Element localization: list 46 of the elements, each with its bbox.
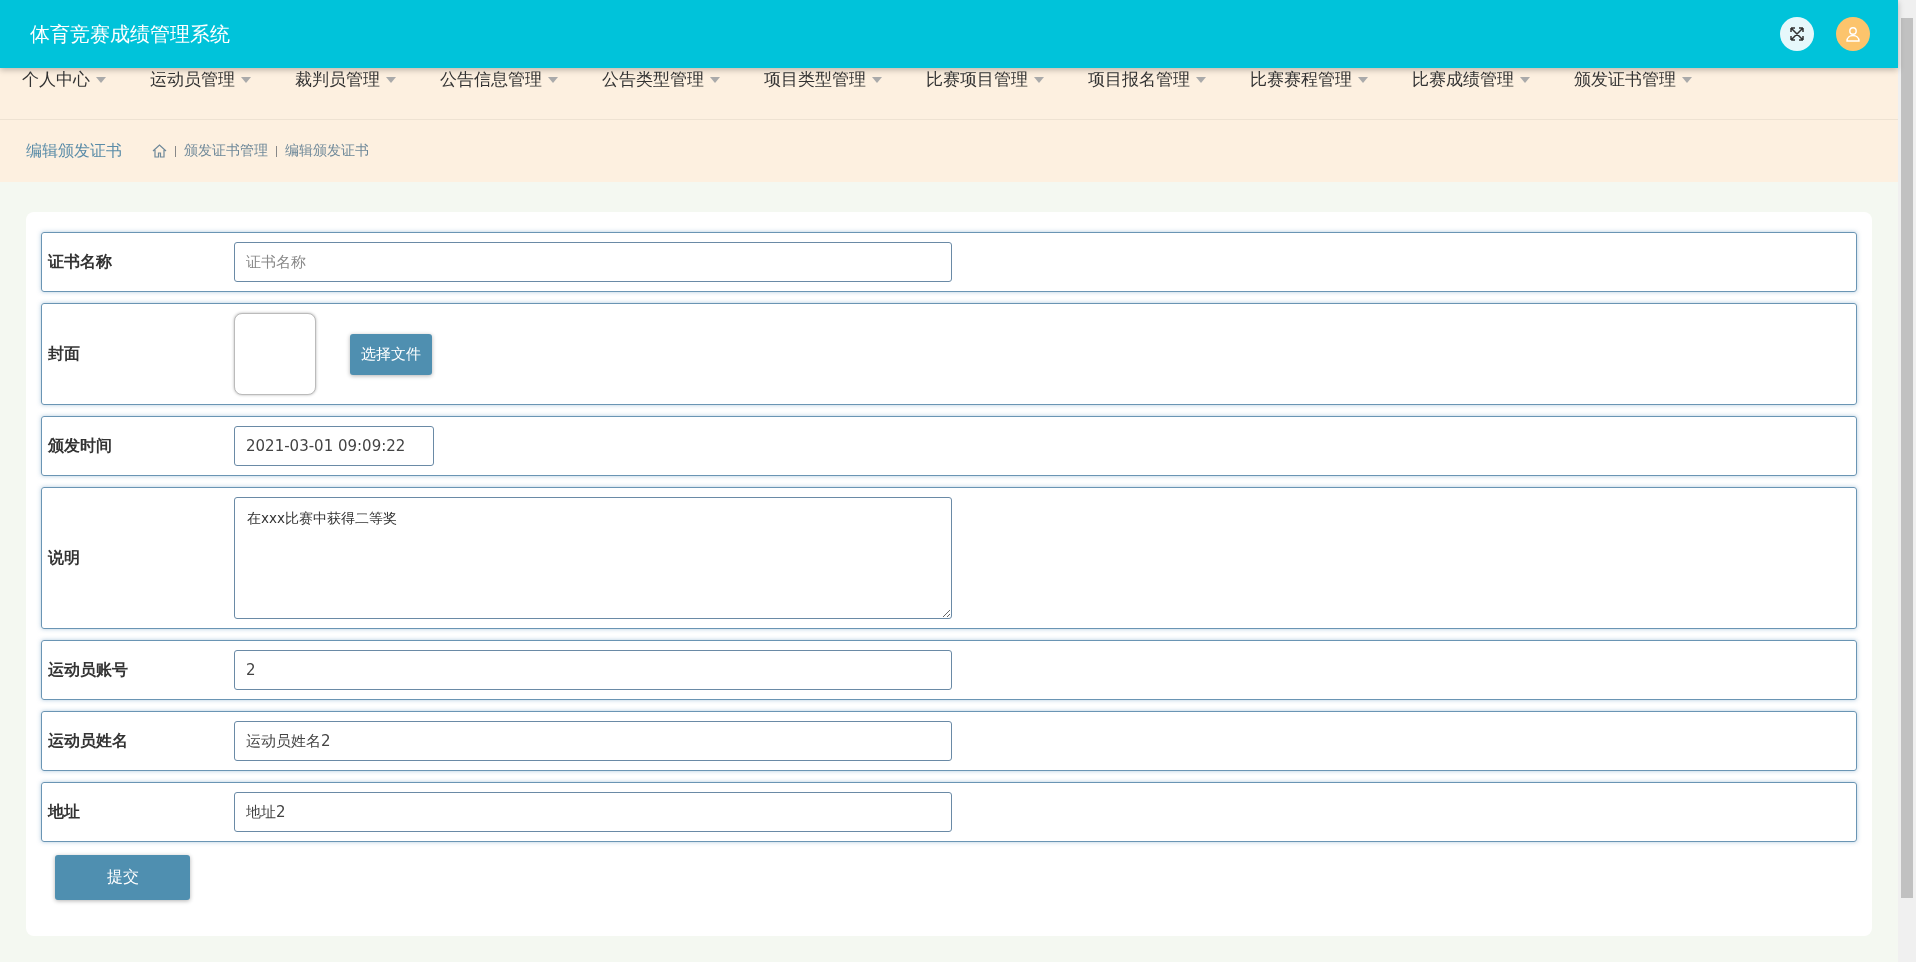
field-label: 颁发时间 — [47, 435, 113, 457]
fullscreen-button[interactable] — [1780, 17, 1814, 51]
nav-menu-item[interactable]: 公告信息管理 — [440, 68, 558, 91]
caret-icon — [1358, 76, 1368, 83]
caret-icon — [386, 76, 396, 83]
caret-icon — [1034, 76, 1044, 83]
nav-menu-item[interactable]: 比赛成绩管理 — [1412, 68, 1530, 91]
caret-icon — [1520, 76, 1530, 83]
nav-menu-item[interactable]: 裁判员管理 — [295, 68, 396, 91]
caret-icon — [872, 76, 882, 83]
date-field[interactable]: 2021-03-01 09:09:22 — [234, 426, 434, 466]
app-title: 体育竞赛成绩管理系统 — [30, 20, 231, 48]
field-label: 运动员账号 — [47, 659, 129, 681]
nav-menu-item[interactable]: 运动员管理 — [150, 68, 251, 91]
text-field[interactable]: 地址2 — [234, 792, 952, 832]
caret-icon — [1196, 76, 1206, 83]
breadcrumb-link[interactable]: 颁发证书管理 — [184, 142, 268, 160]
submit-button[interactable]: 提交 — [55, 855, 190, 900]
caret-icon — [241, 76, 251, 83]
home-icon[interactable] — [152, 144, 167, 158]
nav-menu-item[interactable]: 颁发证书管理 — [1574, 68, 1692, 91]
nav-menu-item[interactable]: 比赛赛程管理 — [1250, 68, 1368, 91]
page-title: 编辑颁发证书 — [26, 140, 122, 162]
field-label: 地址 — [46, 801, 81, 823]
avatar-button[interactable] — [1836, 17, 1870, 51]
caret-icon — [96, 76, 106, 83]
nav-menu-item[interactable]: 项目报名管理 — [1088, 68, 1206, 91]
caret-icon — [710, 76, 720, 83]
text-field[interactable]: 2 — [234, 650, 952, 690]
choose-file-button[interactable]: 选择文件 — [350, 333, 432, 375]
field-label: 证书名称 — [46, 251, 113, 273]
field-label: 说明 — [46, 547, 81, 569]
expand-icon — [1789, 26, 1805, 42]
nav-menu-item[interactable]: 比赛项目管理 — [926, 68, 1044, 91]
nav-menu-item[interactable]: 个人中心 — [22, 68, 106, 91]
field-label: 封面 — [47, 343, 81, 365]
scrollbar[interactable] — [1898, 0, 1916, 962]
nav-menu-item[interactable]: 项目类型管理 — [764, 68, 882, 91]
text-field[interactable]: 运动员姓名2 — [234, 721, 952, 761]
caret-icon — [548, 76, 558, 83]
caret-icon — [1682, 76, 1692, 83]
field-label: 运动员姓名 — [47, 730, 129, 752]
nav-menu-item[interactable]: 公告类型管理 — [602, 68, 720, 91]
textarea-field[interactable]: 在xxx比赛中获得二等奖 — [234, 497, 952, 619]
text-field[interactable]: 证书名称 — [234, 242, 952, 282]
user-icon — [1845, 26, 1861, 42]
